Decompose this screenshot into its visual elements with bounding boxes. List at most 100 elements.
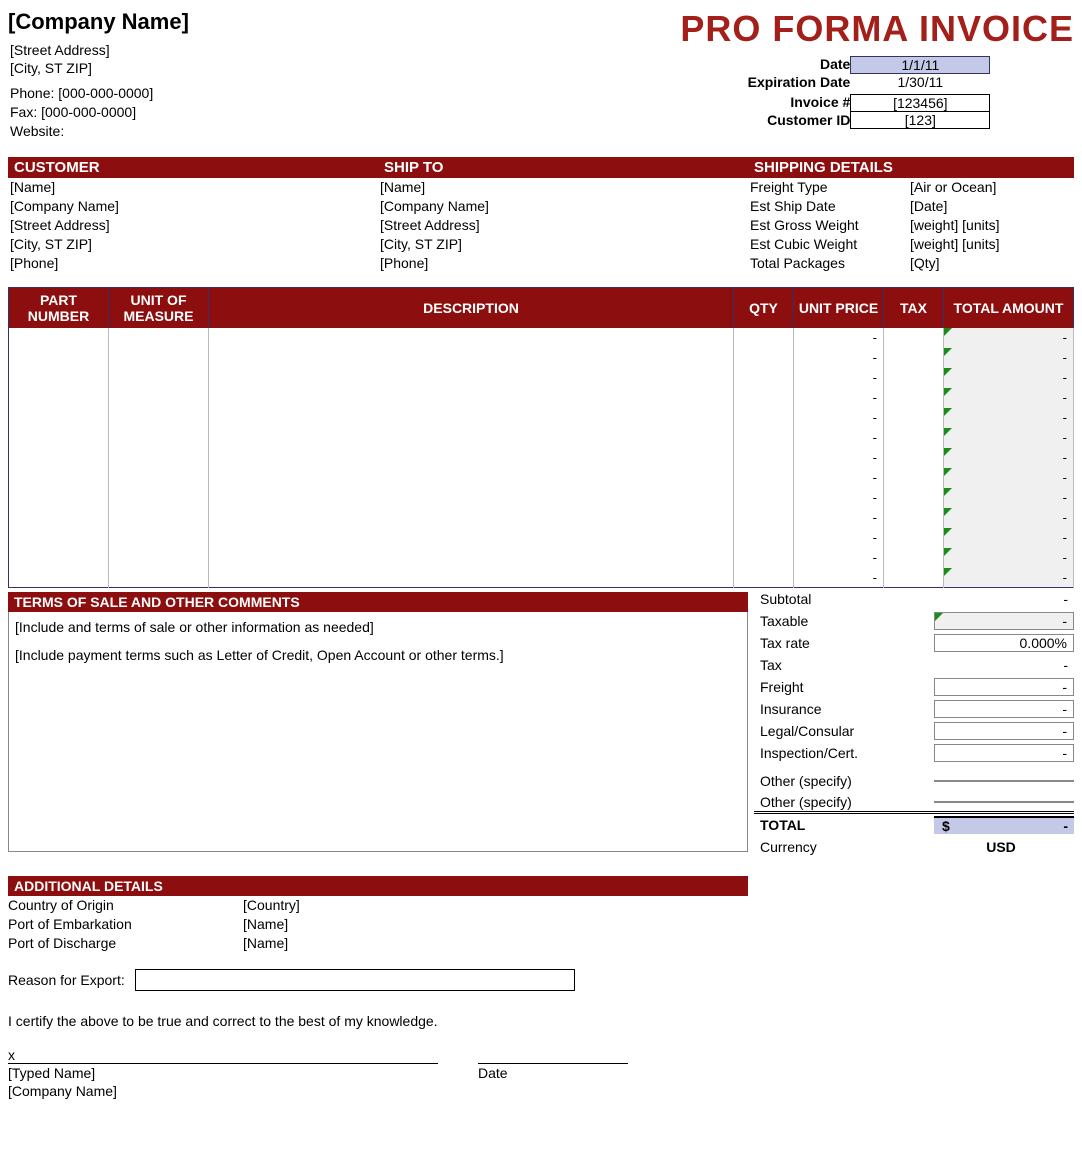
meta-exp[interactable]: 1/30/11	[850, 74, 990, 90]
terms-line2: [Include payment terms such as Letter of…	[15, 644, 741, 666]
freight-label: Freight	[754, 679, 934, 695]
table-row[interactable]: --	[9, 448, 1074, 468]
table-row[interactable]: --	[9, 348, 1074, 368]
terms-body[interactable]: [Include and terms of sale or other info…	[8, 612, 748, 852]
doc-title: PRO FORMA INVOICE	[680, 8, 1074, 50]
shipto-street: [Street Address]	[378, 216, 748, 235]
customer-name: [Name]	[8, 178, 378, 197]
inspect-val[interactable]: -	[934, 744, 1074, 762]
other1-label[interactable]: Other (specify)	[754, 773, 934, 789]
table-row[interactable]: --	[9, 548, 1074, 568]
shipto-company: [Company Name]	[378, 197, 748, 216]
table-row[interactable]: --	[9, 488, 1074, 508]
meta-invno[interactable]: [123456]	[850, 94, 990, 112]
ship-label: Est Cubic Weight	[750, 235, 910, 254]
formula-indicator-icon	[935, 613, 943, 621]
reason-label: Reason for Export:	[8, 972, 125, 988]
table-row[interactable]: --	[9, 388, 1074, 408]
table-row[interactable]: --	[9, 428, 1074, 448]
customer-citystzip: [City, ST ZIP]	[8, 235, 378, 254]
ship-val: [Date]	[910, 197, 947, 216]
table-row[interactable]: --	[9, 408, 1074, 428]
currency-label: Currency	[754, 839, 934, 855]
shipto-head: SHIP TO	[378, 157, 748, 178]
th-price: UNIT PRICE	[794, 287, 884, 328]
legal-val[interactable]: -	[934, 722, 1074, 740]
table-row[interactable]: --	[9, 508, 1074, 528]
subtotal-label: Subtotal	[754, 591, 934, 607]
company-street: [Street Address]	[8, 41, 189, 60]
total-label: TOTAL	[754, 817, 934, 833]
meta-invno-label: Invoice #	[680, 94, 850, 112]
meta-date-label: Date	[680, 56, 850, 74]
taxrate-label: Tax rate	[754, 635, 934, 651]
table-row[interactable]: --	[9, 468, 1074, 488]
ship-val: [Air or Ocean]	[910, 178, 996, 197]
detail-label: Port of Discharge	[8, 934, 243, 953]
sig-company: [Company Name]	[8, 1082, 438, 1100]
other2-val[interactable]	[934, 801, 1074, 803]
table-row[interactable]: --	[9, 368, 1074, 388]
currency-val: USD	[934, 839, 1074, 855]
company-citystzip: [City, ST ZIP]	[8, 59, 189, 78]
shipto-name: [Name]	[378, 178, 748, 197]
ship-val: [weight] [units]	[910, 235, 1000, 254]
shipto-citystzip: [City, ST ZIP]	[378, 235, 748, 254]
reason-input[interactable]	[135, 969, 575, 991]
ship-label: Freight Type	[750, 178, 910, 197]
company-fax: Fax: [000-000-0000]	[8, 103, 189, 122]
meta-date[interactable]: 1/1/11	[850, 56, 990, 74]
ship-val: [Qty]	[910, 254, 940, 273]
subtotal-val: -	[934, 591, 1074, 607]
customer-street: [Street Address]	[8, 216, 378, 235]
ship-val: [weight] [units]	[910, 216, 1000, 235]
company-website: Website:	[8, 122, 189, 141]
customer-company: [Company Name]	[8, 197, 378, 216]
detail-val: [Country]	[243, 896, 300, 915]
company-phone: Phone: [000-000-0000]	[8, 84, 189, 103]
shipping-head: SHIPPING DETAILS	[748, 157, 1074, 178]
th-desc: DESCRIPTION	[209, 287, 734, 328]
table-row[interactable]: --	[9, 328, 1074, 348]
inspect-label: Inspection/Cert.	[754, 745, 934, 761]
other1-val[interactable]	[934, 780, 1074, 782]
items-table: PART NUMBER UNIT OF MEASURE DESCRIPTION …	[8, 287, 1074, 589]
signature-x: x	[8, 1047, 438, 1063]
company-name: [Company Name]	[8, 8, 189, 37]
certification-text: I certify the above to be true and corre…	[8, 1013, 1074, 1029]
total-val: $-	[934, 816, 1074, 834]
insurance-label: Insurance	[754, 701, 934, 717]
meta-custid[interactable]: [123]	[850, 112, 990, 129]
other2-label[interactable]: Other (specify)	[754, 794, 934, 810]
insurance-val[interactable]: -	[934, 700, 1074, 718]
ship-label: Est Ship Date	[750, 197, 910, 216]
date-label: Date	[478, 1064, 508, 1100]
table-row[interactable]: --	[9, 568, 1074, 588]
th-part: PART NUMBER	[9, 287, 109, 328]
legal-label: Legal/Consular	[754, 723, 934, 739]
terms-line1: [Include and terms of sale or other info…	[15, 616, 741, 638]
tax-label: Tax	[754, 657, 934, 673]
customer-phone: [Phone]	[8, 254, 378, 273]
taxable-val: -	[934, 612, 1074, 630]
additional-head: ADDITIONAL DETAILS	[8, 876, 748, 896]
ship-label: Est Gross Weight	[750, 216, 910, 235]
detail-val: [Name]	[243, 934, 288, 953]
taxrate-val[interactable]: 0.000%	[934, 634, 1074, 652]
meta-exp-label: Expiration Date	[680, 74, 850, 90]
taxable-label: Taxable	[754, 613, 934, 629]
terms-head: TERMS OF SALE AND OTHER COMMENTS	[8, 592, 748, 612]
freight-val[interactable]: -	[934, 678, 1074, 696]
th-uom: UNIT OF MEASURE	[109, 287, 209, 328]
detail-label: Port of Embarkation	[8, 915, 243, 934]
ship-label: Total Packages	[750, 254, 910, 273]
typed-name: [Typed Name]	[8, 1064, 438, 1082]
table-row[interactable]: --	[9, 528, 1074, 548]
th-qty: QTY	[734, 287, 794, 328]
detail-val: [Name]	[243, 915, 288, 934]
th-total: TOTAL AMOUNT	[944, 287, 1074, 328]
tax-val: -	[934, 657, 1074, 673]
shipto-phone: [Phone]	[378, 254, 748, 273]
th-tax: TAX	[884, 287, 944, 328]
detail-label: Country of Origin	[8, 896, 243, 915]
